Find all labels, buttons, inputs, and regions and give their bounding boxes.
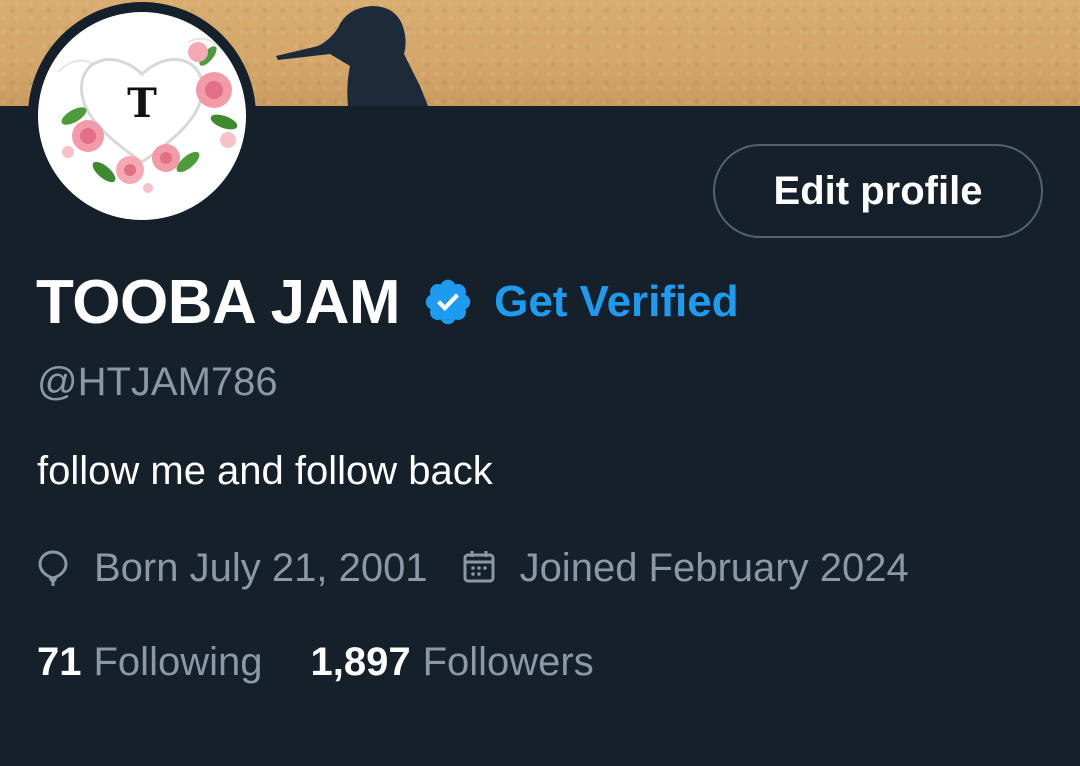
- avatar[interactable]: T: [38, 12, 246, 220]
- follow-stats: 71 Following 1,897 Followers: [37, 636, 594, 688]
- get-verified-link[interactable]: Get Verified: [494, 277, 739, 327]
- display-name: TOOBA JAM: [36, 267, 401, 337]
- followers-count: 1,897: [310, 639, 411, 684]
- edit-profile-button[interactable]: Edit profile: [713, 144, 1043, 238]
- verified-badge-icon[interactable]: [422, 276, 474, 328]
- following-count: 71: [37, 639, 82, 684]
- born-date: Born July 21, 2001: [94, 545, 428, 590]
- user-handle: @HTJAM786: [37, 360, 278, 404]
- name-row: TOOBA JAM Get Verified: [36, 266, 739, 338]
- profile-meta: Born July 21, 2001 Joined February 2024: [36, 542, 909, 594]
- calendar-icon: [462, 549, 496, 587]
- joined-date: Joined February 2024: [519, 545, 909, 590]
- balloon-icon: [36, 549, 70, 587]
- profile-bio: follow me and follow back: [37, 449, 493, 493]
- following-label: Following: [93, 639, 263, 684]
- followers-link[interactable]: 1,897 Followers: [310, 640, 593, 685]
- profile-page: T Edit profile TOOBA JAM Get Verified @H…: [0, 0, 1080, 766]
- followers-label: Followers: [422, 639, 594, 684]
- following-link[interactable]: 71 Following: [37, 640, 262, 685]
- avatar-letter: T: [127, 80, 157, 127]
